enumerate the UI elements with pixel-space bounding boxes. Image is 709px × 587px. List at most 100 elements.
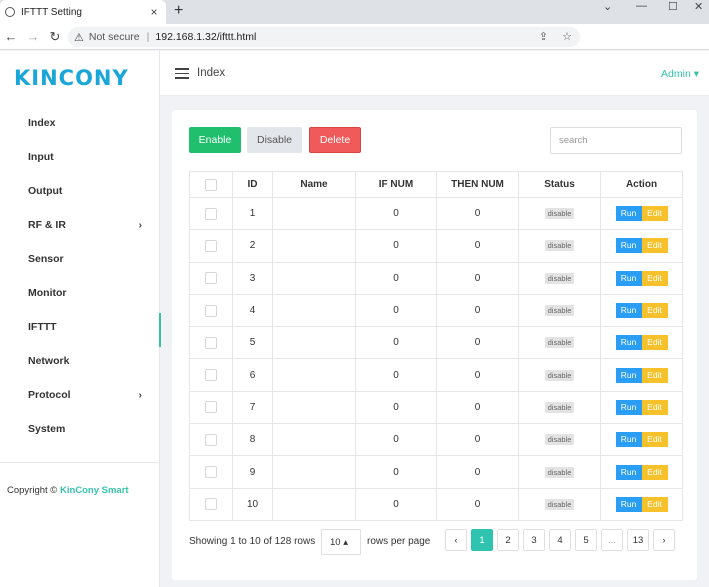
row-checkbox[interactable] bbox=[205, 498, 217, 511]
row-action-cell: Run Edit bbox=[600, 358, 683, 392]
row-if-num: 0 bbox=[355, 487, 437, 521]
next-page-button[interactable]: › bbox=[653, 529, 675, 551]
run-button[interactable]: Run bbox=[615, 238, 642, 254]
address-bar-row: ← → ↻ ⚠ Not secure | 192.168.1.32/ifttt.… bbox=[0, 24, 709, 67]
sidebar-item-rf-ir[interactable]: RF & IR › bbox=[0, 208, 160, 242]
row-checkbox[interactable] bbox=[205, 336, 217, 349]
sidebar-item-ifttt[interactable]: IFTTT bbox=[0, 310, 161, 347]
edit-button[interactable]: Edit bbox=[641, 399, 668, 415]
row-checkbox[interactable] bbox=[205, 272, 217, 285]
copyright-brand-link[interactable]: KinCony Smart bbox=[60, 485, 129, 496]
edit-button[interactable]: Edit bbox=[641, 270, 668, 286]
page-button-1[interactable]: 1 bbox=[471, 529, 493, 551]
row-checkbox[interactable] bbox=[205, 369, 217, 382]
run-button[interactable]: Run bbox=[615, 206, 642, 222]
row-checkbox[interactable] bbox=[205, 466, 217, 479]
rows-per-page-select[interactable]: 10 ▴ bbox=[321, 529, 361, 555]
row-then-num: 0 bbox=[436, 390, 519, 425]
sidebar: KINCONY Index Input Output RF & IR › Sens… bbox=[0, 51, 161, 587]
status-badge: disable bbox=[544, 337, 575, 349]
reload-icon[interactable]: ↻ bbox=[44, 29, 66, 45]
minimize-icon[interactable]: — bbox=[636, 0, 647, 14]
edit-button[interactable]: Edit bbox=[641, 464, 668, 480]
table-header-row: ID Name IF NUM THEN NUM Status Action bbox=[189, 171, 683, 198]
column-header-then-num[interactable]: THEN NUM bbox=[436, 171, 519, 198]
row-status-cell: disable bbox=[518, 390, 601, 425]
tab-search-icon[interactable]: ⌄ bbox=[603, 0, 612, 14]
sidebar-item-input[interactable]: Input bbox=[0, 140, 160, 174]
run-button[interactable]: Run bbox=[615, 303, 642, 319]
row-status-cell: disable bbox=[518, 423, 601, 457]
page-button-13[interactable]: 13 bbox=[627, 529, 649, 551]
row-checkbox[interactable] bbox=[205, 239, 217, 252]
edit-button[interactable]: Edit bbox=[641, 335, 668, 351]
row-if-num: 0 bbox=[355, 196, 437, 231]
row-status-cell: disable bbox=[518, 487, 601, 521]
url-text[interactable]: 192.168.1.32/ifttt.html bbox=[155, 31, 256, 43]
maximize-icon[interactable]: ☐ bbox=[668, 0, 678, 14]
new-tab-button[interactable]: + bbox=[174, 2, 183, 20]
sidebar-item-network[interactable]: Network bbox=[0, 344, 160, 378]
run-button[interactable]: Run bbox=[615, 464, 642, 480]
sidebar-item-label: Monitor bbox=[28, 287, 67, 299]
page-button-2[interactable]: 2 bbox=[497, 529, 519, 551]
column-header-id[interactable]: ID bbox=[232, 171, 273, 198]
sidebar-item-system[interactable]: System bbox=[0, 412, 160, 446]
forward-icon[interactable]: → bbox=[22, 29, 44, 44]
sidebar-item-output[interactable]: Output bbox=[0, 174, 160, 208]
delete-button[interactable]: Delete bbox=[309, 127, 361, 153]
sidebar-item-index[interactable]: Index bbox=[0, 106, 160, 140]
back-icon[interactable]: ← bbox=[0, 29, 22, 44]
column-header-action: Action bbox=[600, 171, 683, 198]
table-row: 1 0 0 disable Run Edit bbox=[189, 196, 683, 231]
run-button[interactable]: Run bbox=[615, 335, 642, 351]
row-status-cell: disable bbox=[518, 293, 601, 328]
sidebar-item-protocol[interactable]: Protocol › bbox=[0, 378, 160, 412]
edit-button[interactable]: Edit bbox=[641, 432, 668, 448]
security-label[interactable]: Not secure bbox=[89, 31, 140, 43]
row-then-num: 0 bbox=[436, 423, 519, 457]
column-header-status[interactable]: Status bbox=[518, 171, 601, 198]
close-window-icon[interactable]: ✕ bbox=[694, 0, 703, 14]
row-checkbox[interactable] bbox=[205, 433, 217, 446]
edit-button[interactable]: Edit bbox=[641, 238, 668, 254]
run-button[interactable]: Run bbox=[615, 432, 642, 448]
edit-button[interactable]: Edit bbox=[641, 206, 668, 222]
disable-button[interactable]: Disable bbox=[247, 127, 302, 153]
row-select-cell bbox=[189, 229, 233, 263]
column-header-name[interactable]: Name bbox=[272, 171, 356, 198]
run-button[interactable]: Run bbox=[615, 496, 642, 512]
row-checkbox[interactable] bbox=[205, 401, 217, 414]
share-icon[interactable]: ⇪ bbox=[539, 30, 548, 43]
page-button-3[interactable]: 3 bbox=[523, 529, 545, 551]
bookmark-star-icon[interactable]: ☆ bbox=[562, 30, 572, 43]
row-id: 6 bbox=[232, 358, 273, 392]
omnibox[interactable]: ⚠ Not secure | 192.168.1.32/ifttt.html ⇪… bbox=[68, 27, 580, 47]
warning-icon[interactable]: ⚠ bbox=[74, 31, 84, 44]
page-button-4[interactable]: 4 bbox=[549, 529, 571, 551]
edit-button[interactable]: Edit bbox=[641, 496, 668, 512]
search-input[interactable] bbox=[550, 127, 682, 154]
run-button[interactable]: Run bbox=[615, 367, 642, 383]
select-all-checkbox[interactable] bbox=[205, 178, 217, 191]
breadcrumb: Index bbox=[197, 67, 226, 79]
column-header-if-num[interactable]: IF NUM bbox=[355, 171, 437, 198]
prev-page-button[interactable]: ‹ bbox=[445, 529, 467, 551]
edit-button[interactable]: Edit bbox=[641, 303, 668, 319]
browser-tab[interactable]: IFTTT Setting × bbox=[0, 0, 166, 24]
row-checkbox[interactable] bbox=[205, 207, 217, 220]
enable-button[interactable]: Enable bbox=[189, 127, 241, 153]
run-button[interactable]: Run bbox=[615, 270, 642, 286]
row-checkbox[interactable] bbox=[205, 304, 217, 317]
user-menu[interactable]: Admin ▾ bbox=[661, 68, 699, 80]
run-button[interactable]: Run bbox=[615, 399, 642, 415]
sidebar-item-monitor[interactable]: Monitor bbox=[0, 276, 160, 310]
page-button-5[interactable]: 5 bbox=[575, 529, 597, 551]
edit-button[interactable]: Edit bbox=[641, 367, 668, 383]
table-row: 4 0 0 disable Run Edit bbox=[189, 293, 683, 328]
hamburger-menu-icon[interactable] bbox=[175, 68, 189, 79]
copyright-prefix: Copyright © bbox=[7, 485, 58, 496]
sidebar-item-sensor[interactable]: Sensor bbox=[0, 242, 160, 276]
tab-close-button[interactable]: × bbox=[146, 5, 162, 19]
row-name bbox=[272, 196, 356, 231]
